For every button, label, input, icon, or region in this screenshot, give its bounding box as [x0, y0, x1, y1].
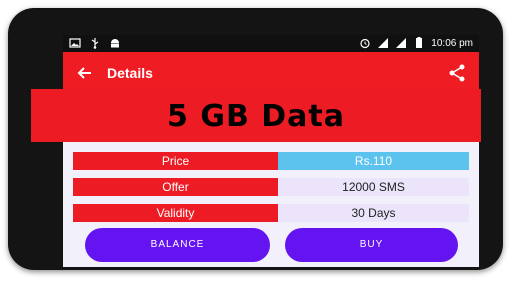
detail-row-offer: Offer 12000 SMS	[73, 178, 469, 196]
usb-icon	[91, 38, 99, 49]
detail-value: 12000 SMS	[278, 178, 469, 196]
arrow-left-icon[interactable]	[75, 63, 95, 83]
status-right-icons: 10:06 pm	[359, 37, 473, 49]
signal-icon	[378, 38, 389, 48]
balance-button[interactable]: BALANCE	[85, 228, 270, 262]
share-icon[interactable]	[447, 63, 467, 83]
detail-label: Price	[73, 152, 278, 170]
details-table: Price Rs.110 Offer 12000 SMS Validity 30…	[73, 152, 469, 230]
app-bar: Details	[63, 52, 479, 94]
promo-banner: 5 GB Data	[31, 89, 481, 142]
detail-row-validity: Validity 30 Days	[73, 204, 469, 222]
alarm-icon	[360, 38, 370, 49]
signal-icon	[396, 38, 407, 48]
detail-row-price: Price Rs.110	[73, 152, 469, 170]
android-icon	[111, 39, 119, 48]
buy-button[interactable]: BUY	[285, 228, 458, 262]
detail-label: Offer	[73, 178, 278, 196]
battery-icon	[416, 37, 423, 48]
status-time: 10:06 pm	[431, 37, 473, 49]
detail-value: Rs.110	[278, 152, 469, 170]
status-left-icons	[69, 37, 121, 49]
image-icon	[69, 38, 81, 48]
page-title: Details	[107, 65, 153, 81]
status-bar: 10:06 pm	[63, 35, 479, 52]
detail-label: Validity	[73, 204, 278, 222]
screen: 10:06 pm Details Price Rs.110 Offer 1200…	[63, 35, 479, 267]
detail-value: 30 Days	[278, 204, 469, 222]
